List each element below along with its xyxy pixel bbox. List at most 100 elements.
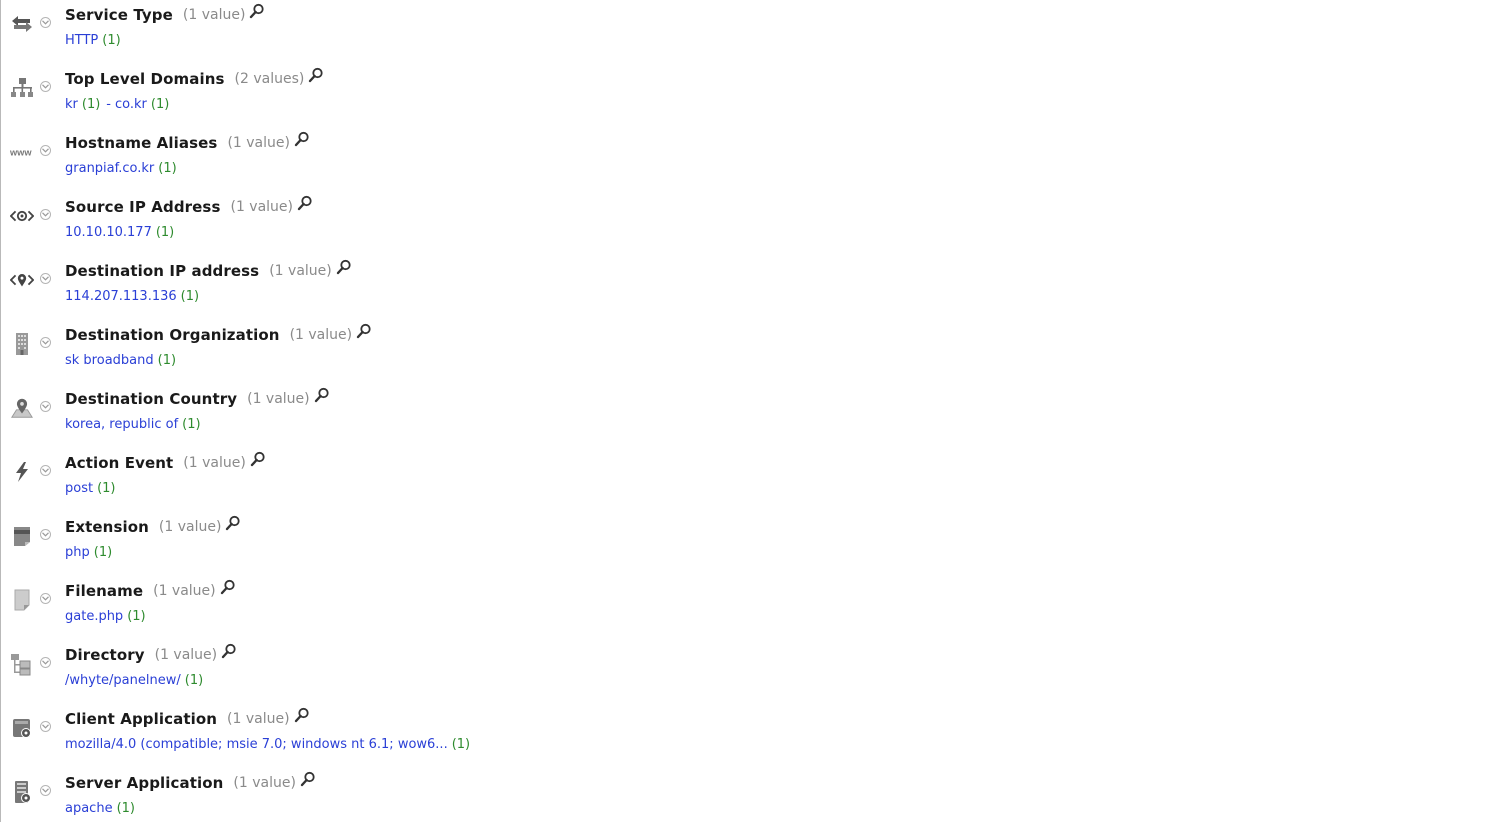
value-link[interactable]: HTTP — [65, 33, 98, 48]
row-header: Directory (1 value) — [65, 643, 237, 666]
search-icon[interactable] — [356, 323, 372, 339]
value-count: (1 value) — [230, 199, 294, 215]
row-values: granpiaf.co.kr (1) — [65, 158, 177, 178]
row-values: apache (1) — [65, 798, 135, 818]
row-values: kr (1) - co.kr (1) — [65, 94, 169, 114]
building-icon — [10, 332, 34, 356]
value-count: (2 values) — [234, 71, 305, 87]
chevron-down-icon[interactable] — [40, 657, 51, 668]
meta-row: Directory (1 value) /whyte/panelnew/(1) — [0, 640, 1487, 704]
row-header: Client Application (1 value) — [65, 707, 310, 730]
chevron-down-icon[interactable] — [40, 593, 51, 604]
value-occurrence-count: (1) — [451, 736, 471, 752]
chevron-down-icon[interactable] — [40, 721, 51, 732]
value-occurrence-count: (1) — [93, 544, 113, 560]
destination-ip-icon — [10, 268, 34, 292]
row-values: mozilla/4.0 (compatible; msie 7.0; windo… — [65, 734, 470, 754]
value-link[interactable]: php — [65, 545, 90, 560]
row-values: php (1) — [65, 542, 112, 562]
value-count: (1 value) — [182, 7, 246, 23]
chevron-down-icon[interactable] — [40, 81, 51, 92]
client-application-icon — [10, 716, 34, 740]
row-title: Source IP Address — [65, 198, 221, 216]
search-icon[interactable] — [221, 643, 237, 659]
value-count: (1 value) — [158, 519, 222, 535]
value-occurrence-count: (1) — [182, 416, 201, 432]
search-icon[interactable] — [294, 131, 310, 147]
value-link[interactable]: /whyte/panelnew/ — [65, 673, 181, 688]
meta-row: Destination Country (1 value) korea, repub… — [0, 384, 1487, 448]
chevron-down-icon[interactable] — [40, 337, 51, 348]
search-icon[interactable] — [249, 3, 265, 19]
meta-row: Server Application (1 value) apache (1) — [0, 768, 1487, 832]
row-header: Destination Country (1 value) — [65, 387, 330, 410]
search-icon[interactable] — [250, 451, 266, 467]
search-icon[interactable] — [308, 67, 324, 83]
row-values: 114.207.113.136 (1) — [65, 286, 199, 306]
value-occurrence-count: (1) — [184, 672, 204, 688]
row-header: Destination IP address (1 value) — [65, 259, 352, 282]
value-occurrence-count: (1) — [81, 96, 101, 112]
search-icon[interactable] — [225, 515, 241, 531]
chevron-down-icon[interactable] — [40, 17, 51, 28]
search-icon[interactable] — [300, 771, 316, 787]
row-title: Destination Country — [65, 390, 238, 408]
row-header: Source IP Address (1 value) — [65, 195, 313, 218]
row-title: Filename — [65, 582, 144, 600]
chevron-down-icon[interactable] — [40, 465, 51, 476]
row-title: Destination Organization — [65, 326, 280, 344]
meta-row: Top Level Domains (2 values) kr (1) - co.kr (1… — [0, 64, 1487, 128]
row-header: Service Type (1 value) — [65, 3, 265, 26]
value-link[interactable]: korea, republic of — [65, 417, 178, 432]
value-occurrence-count: (1) — [150, 96, 170, 112]
value-occurrence-count: (1) — [180, 288, 200, 304]
value-link[interactable]: 114.207.113.136 — [65, 289, 177, 304]
row-values: gate.php (1) — [65, 606, 146, 626]
row-values: sk broadband (1) — [65, 350, 176, 370]
row-title: Service Type — [65, 6, 173, 24]
search-icon[interactable] — [220, 579, 236, 595]
row-header: Server Application (1 value) — [65, 771, 316, 794]
www-icon: www — [10, 140, 34, 164]
value-occurrence-count: (1) — [127, 608, 146, 624]
value-count: (1 value) — [269, 263, 332, 279]
meta-row: Service Type (1 value) HTTP (1) — [0, 0, 1487, 64]
value-link[interactable]: granpiaf.co.kr — [65, 161, 154, 176]
chevron-down-icon[interactable] — [40, 209, 51, 220]
value-count: (1 value) — [183, 455, 246, 471]
source-ip-icon — [10, 204, 34, 228]
search-icon[interactable] — [297, 195, 313, 211]
meta-row: Destination Organization (1 value) sk broa… — [0, 320, 1487, 384]
value-link[interactable]: apache — [65, 801, 113, 816]
map-pin-icon — [10, 396, 34, 420]
search-icon[interactable] — [294, 707, 310, 723]
chevron-down-icon[interactable] — [40, 145, 51, 156]
value-link[interactable]: gate.php — [65, 609, 123, 624]
value-link[interactable]: mozilla/4.0 (compatible; msie 7.0; windo… — [65, 737, 448, 752]
value-link[interactable]: kr — [65, 97, 78, 112]
value-occurrence-count: (1) — [158, 160, 177, 176]
value-link[interactable]: sk broadband — [65, 353, 154, 368]
value-link[interactable]: post — [65, 481, 93, 496]
value-occurrence-count: (1) — [116, 800, 135, 816]
value-link[interactable]: co.kr — [115, 97, 147, 112]
server-application-icon — [10, 780, 34, 804]
row-header: Destination Organization (1 value) — [65, 323, 372, 346]
search-icon[interactable] — [314, 387, 330, 403]
row-title: Hostname Aliases — [65, 134, 218, 152]
row-title: Client Application — [65, 710, 218, 728]
value-separator: - — [106, 96, 111, 112]
chevron-down-icon[interactable] — [40, 785, 51, 796]
chevron-down-icon[interactable] — [40, 401, 51, 412]
row-title: Action Event — [65, 454, 174, 472]
row-header: Top Level Domains (2 values) — [65, 67, 324, 90]
search-icon[interactable] — [336, 259, 352, 275]
chevron-down-icon[interactable] — [40, 273, 51, 284]
meta-row: Filename (1 value) gate.php (1) — [0, 576, 1487, 640]
chevron-down-icon[interactable] — [40, 529, 51, 540]
value-link[interactable]: 10.10.10.177 — [65, 225, 152, 240]
row-title: Top Level Domains — [65, 70, 225, 88]
value-count: (1 value) — [289, 327, 353, 343]
svg-text:www: www — [10, 148, 32, 158]
meta-row: Action Event (1 value) post (1) — [0, 448, 1487, 512]
